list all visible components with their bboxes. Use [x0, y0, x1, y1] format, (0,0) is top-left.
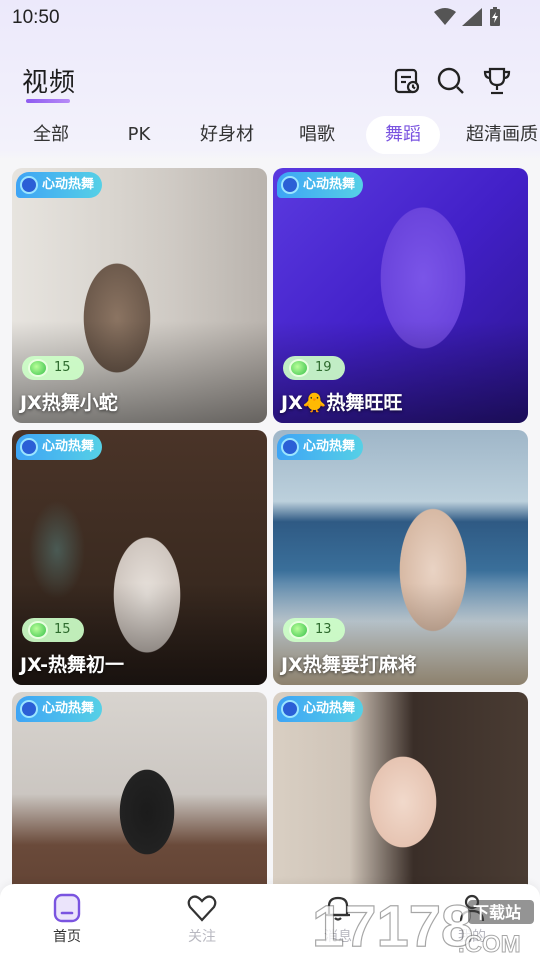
- signal-icon: [462, 8, 482, 26]
- badge-globe-icon: [20, 176, 38, 194]
- nav-home[interactable]: 首页: [27, 892, 107, 946]
- hot-dance-badge: 心动热舞: [16, 172, 103, 198]
- status-bar: 10:50: [0, 0, 540, 36]
- search-icon: [437, 67, 464, 94]
- search-button[interactable]: [434, 64, 468, 98]
- ranking-button[interactable]: [480, 64, 514, 98]
- tab-good-figure[interactable]: 好身材: [192, 116, 262, 154]
- history-list-icon: [394, 68, 420, 94]
- tab-pk[interactable]: PK: [112, 116, 166, 154]
- card-title: JX热舞小蛇: [20, 392, 118, 414]
- card-title: JX热舞要打麻将: [281, 654, 417, 676]
- video-card[interactable]: 心动热舞 15 JX热舞小蛇: [12, 168, 267, 423]
- gift-count: 13: [283, 618, 345, 642]
- svg-text:17178: 17178: [312, 894, 473, 958]
- card-title: JX-热舞初一: [20, 654, 125, 676]
- badge-globe-icon: [20, 438, 38, 456]
- card-thumbnail: [273, 168, 528, 423]
- hot-dance-badge: 心动热舞: [277, 696, 364, 722]
- hot-dance-badge: 心动热舞: [277, 434, 364, 460]
- badge-globe-icon: [281, 700, 299, 718]
- card-thumbnail: [12, 168, 267, 423]
- hot-dance-badge: 心动热舞: [16, 696, 103, 722]
- badge-globe-icon: [281, 438, 299, 456]
- badge-globe-icon: [20, 700, 38, 718]
- video-card[interactable]: 心动热舞 19 JX🐥热舞旺旺: [273, 168, 528, 423]
- category-tabs: 全部 PK 好身材 唱歌 舞蹈 超清画质: [0, 116, 540, 156]
- gift-count: 19: [283, 356, 345, 380]
- home-icon: [53, 893, 81, 923]
- wifi-icon: [434, 8, 456, 25]
- badge-globe-icon: [281, 176, 299, 194]
- tab-hd[interactable]: 超清画质: [462, 116, 540, 154]
- card-thumbnail: [12, 430, 267, 685]
- trophy-icon: [483, 67, 511, 95]
- nav-home-label: 首页: [53, 929, 81, 945]
- video-card[interactable]: 心动热舞 15 JX-热舞初一: [12, 430, 267, 685]
- battery-icon: [490, 7, 500, 26]
- heart-icon: [187, 895, 217, 922]
- card-title: JX🐥热舞旺旺: [281, 392, 403, 414]
- svg-text:下载站: 下载站: [473, 903, 521, 922]
- gift-count: 15: [22, 356, 84, 380]
- gift-count: 15: [22, 618, 84, 642]
- svg-text:.COM: .COM: [458, 931, 521, 958]
- gem-icon: [28, 359, 48, 377]
- tab-singing[interactable]: 唱歌: [288, 116, 346, 154]
- gem-icon: [28, 621, 48, 639]
- site-watermark-logo: 17178 下载站 .COM: [311, 893, 534, 958]
- video-card[interactable]: 心动热舞 13 JX热舞要打麻将: [273, 430, 528, 685]
- gem-icon: [289, 621, 309, 639]
- status-time: 10:50: [12, 7, 60, 28]
- gem-icon: [289, 359, 309, 377]
- title-underline: [26, 99, 70, 103]
- card-thumbnail: [273, 430, 528, 685]
- tab-dance[interactable]: 舞蹈: [366, 116, 440, 154]
- page-title: 视频: [22, 68, 77, 98]
- nav-follow-label: 关注: [188, 929, 216, 945]
- system-icons: [434, 7, 502, 27]
- hot-dance-badge: 心动热舞: [277, 172, 364, 198]
- history-button[interactable]: [390, 64, 424, 98]
- tab-all[interactable]: 全部: [22, 116, 80, 154]
- hot-dance-badge: 心动热舞: [16, 434, 103, 460]
- nav-follow[interactable]: 关注: [162, 892, 242, 946]
- app-header: 视频: [0, 52, 540, 112]
